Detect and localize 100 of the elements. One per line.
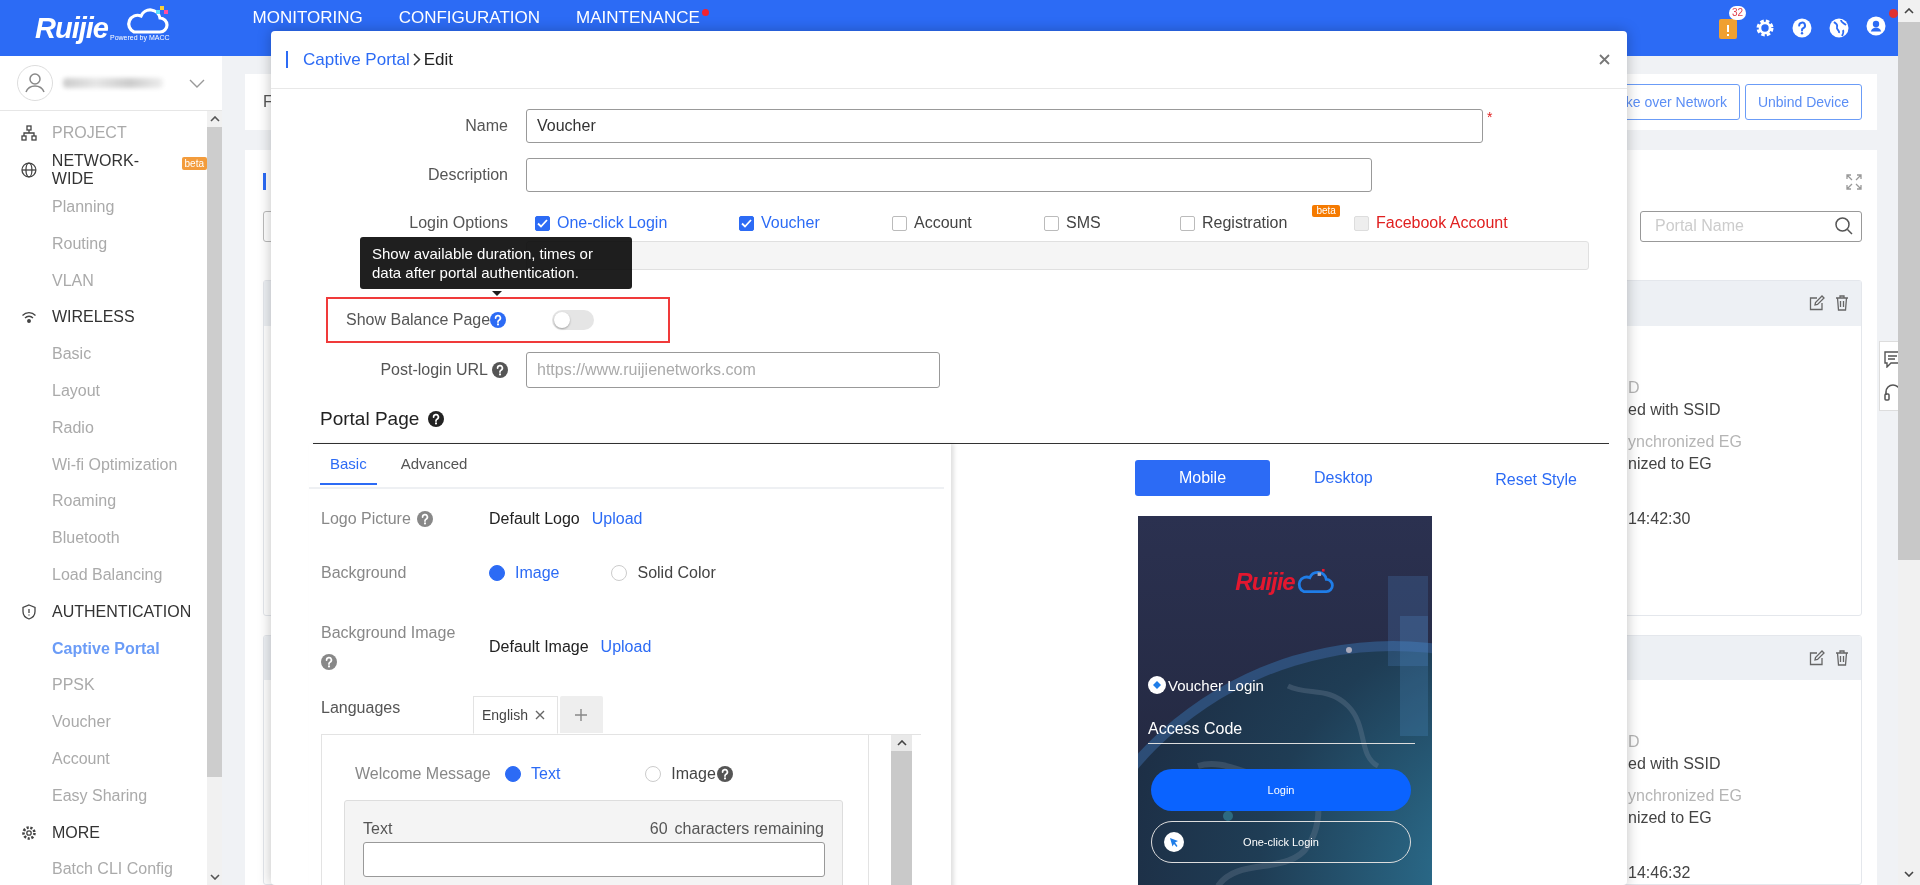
- close-icon[interactable]: [534, 710, 545, 720]
- radio-button[interactable]: [611, 565, 628, 581]
- menu-item[interactable]: Layout: [0, 372, 207, 410]
- text-field[interactable]: [363, 842, 825, 878]
- language-tab[interactable]: English: [473, 696, 558, 734]
- help-icon: [428, 411, 445, 427]
- close-icon[interactable]: [1599, 54, 1610, 65]
- view-toggle[interactable]: Desktop: [1300, 460, 1387, 496]
- breadcrumb-link[interactable]: Captive Portal: [303, 49, 410, 70]
- checkbox[interactable]: [892, 215, 907, 231]
- ticket-icon: [1148, 676, 1166, 694]
- view-toggle[interactable]: Mobile: [1135, 460, 1270, 496]
- trash-icon[interactable]: [1835, 650, 1849, 667]
- chevron-right-icon: [412, 53, 421, 66]
- section-title: Portal Page: [320, 408, 420, 430]
- menu-item[interactable]: Routing: [0, 225, 207, 263]
- tab[interactable]: Advanced: [390, 444, 478, 485]
- card-text: ynchronized EG: [1628, 431, 1743, 452]
- menu-item[interactable]: Account: [0, 740, 207, 778]
- checkbox[interactable]: [1180, 215, 1195, 231]
- required-mark: *: [1487, 109, 1493, 125]
- checkbox[interactable]: [739, 215, 754, 231]
- field-label: Text: [363, 820, 393, 840]
- checkbox[interactable]: [1044, 215, 1059, 231]
- scrollbar[interactable]: [1898, 0, 1920, 885]
- login-button[interactable]: Login: [1151, 769, 1411, 811]
- menu-item[interactable]: Planning: [0, 188, 207, 226]
- text-field[interactable]: [526, 158, 1372, 192]
- headset-icon[interactable]: [1884, 384, 1898, 402]
- upload-link[interactable]: Upload: [591, 510, 643, 528]
- chevron-down-icon[interactable]: [1904, 871, 1914, 877]
- outline-button[interactable]: Unbind Device: [1744, 84, 1862, 120]
- text-field[interactable]: Voucher: [526, 109, 1483, 143]
- help-icon[interactable]: [1792, 18, 1812, 38]
- user-icon[interactable]: [1866, 16, 1886, 36]
- checkbox-label: Facebook Account: [1376, 214, 1508, 232]
- title-marker: [286, 51, 288, 68]
- logo-text: Ruijie: [1235, 568, 1295, 596]
- upload-link[interactable]: Upload: [600, 638, 652, 656]
- field-label: Background: [321, 564, 407, 582]
- help-icon: [416, 511, 433, 527]
- globe-icon[interactable]: [1829, 18, 1849, 38]
- card-text: ed with SSID: [1628, 399, 1722, 420]
- field-label: Description: [427, 166, 508, 184]
- chevron-up-icon[interactable]: [1904, 8, 1914, 14]
- tooltip: Show available duration, times or data after portal authentication.: [360, 237, 632, 289]
- menu-item[interactable]: PPSK: [0, 666, 207, 704]
- menu-item[interactable]: Batch CLI Config: [0, 850, 207, 885]
- field-label: Logo Picture: [321, 510, 411, 528]
- field-value: Default Logo: [489, 510, 580, 528]
- radio-label: Image: [515, 564, 560, 582]
- radio-button[interactable]: [645, 766, 662, 783]
- chat-icon[interactable]: [1884, 350, 1898, 368]
- scrollbar[interactable]: [891, 735, 912, 885]
- menu-section-title[interactable]: WIRELESS: [52, 308, 135, 327]
- menu-item[interactable]: Easy Sharing: [0, 777, 207, 815]
- text-field[interactable]: https://www.ruijienetworks.com: [526, 352, 940, 388]
- card-text: D: [1628, 377, 1641, 398]
- settings-icon[interactable]: [1755, 18, 1775, 38]
- menu-section-title[interactable]: AUTHENTICATION: [52, 602, 192, 621]
- card-text: ed with SSID: [1628, 754, 1722, 774]
- character-count: 60: [649, 820, 668, 840]
- menu-item[interactable]: Captive Portal: [0, 630, 207, 667]
- radio-button[interactable]: [489, 565, 505, 581]
- menu-item[interactable]: VLAN: [0, 262, 207, 299]
- radio-button[interactable]: [505, 766, 521, 783]
- edit-icon[interactable]: [1809, 295, 1825, 312]
- edit-icon[interactable]: [1809, 650, 1825, 667]
- chevron-up-icon[interactable]: [896, 740, 907, 746]
- beta-badge: beta: [1312, 205, 1340, 217]
- code-field[interactable]: Access Code: [1148, 720, 1415, 744]
- nav-item[interactable]: CONFIGURATION: [398, 8, 541, 28]
- add-tab-button[interactable]: [559, 696, 603, 733]
- reset-link[interactable]: Reset Style: [1495, 467, 1577, 489]
- avatar-icon: [17, 65, 53, 101]
- nav-item[interactable]: MAINTENANCE: [576, 8, 700, 28]
- checkbox-label: SMS: [1066, 214, 1101, 232]
- globe-icon: [21, 162, 37, 179]
- field-label: Welcome Message: [355, 765, 492, 784]
- field-value: Default Image: [489, 638, 589, 656]
- tab[interactable]: Basic: [320, 444, 377, 485]
- menu-section-title[interactable]: NETWORK-WIDE: [51, 152, 180, 189]
- expand-icon[interactable]: [1846, 174, 1862, 190]
- menu-item[interactable]: Load Balancing: [0, 556, 207, 594]
- clipboard-icon[interactable]: [1718, 17, 1738, 39]
- nav-item[interactable]: MONITORING: [252, 8, 363, 28]
- field-label: Login Options: [409, 214, 508, 232]
- checkbox[interactable]: [535, 215, 550, 231]
- menu-item[interactable]: Voucher: [0, 703, 207, 741]
- scrollbar[interactable]: [207, 111, 222, 885]
- chevron-down-icon[interactable]: [209, 874, 220, 880]
- toggle-switch[interactable]: [552, 310, 595, 330]
- field-label: Languages: [321, 699, 401, 716]
- menu-section-title[interactable]: MORE: [52, 823, 100, 842]
- trash-icon[interactable]: [1835, 295, 1849, 312]
- menu-item[interactable]: Basic: [0, 335, 207, 373]
- settings-icon: [21, 824, 37, 841]
- chevron-up-icon[interactable]: [209, 116, 220, 122]
- menu-item[interactable]: Wi-fi Optimization: [0, 446, 207, 483]
- menu-item[interactable]: Roaming: [0, 482, 207, 520]
